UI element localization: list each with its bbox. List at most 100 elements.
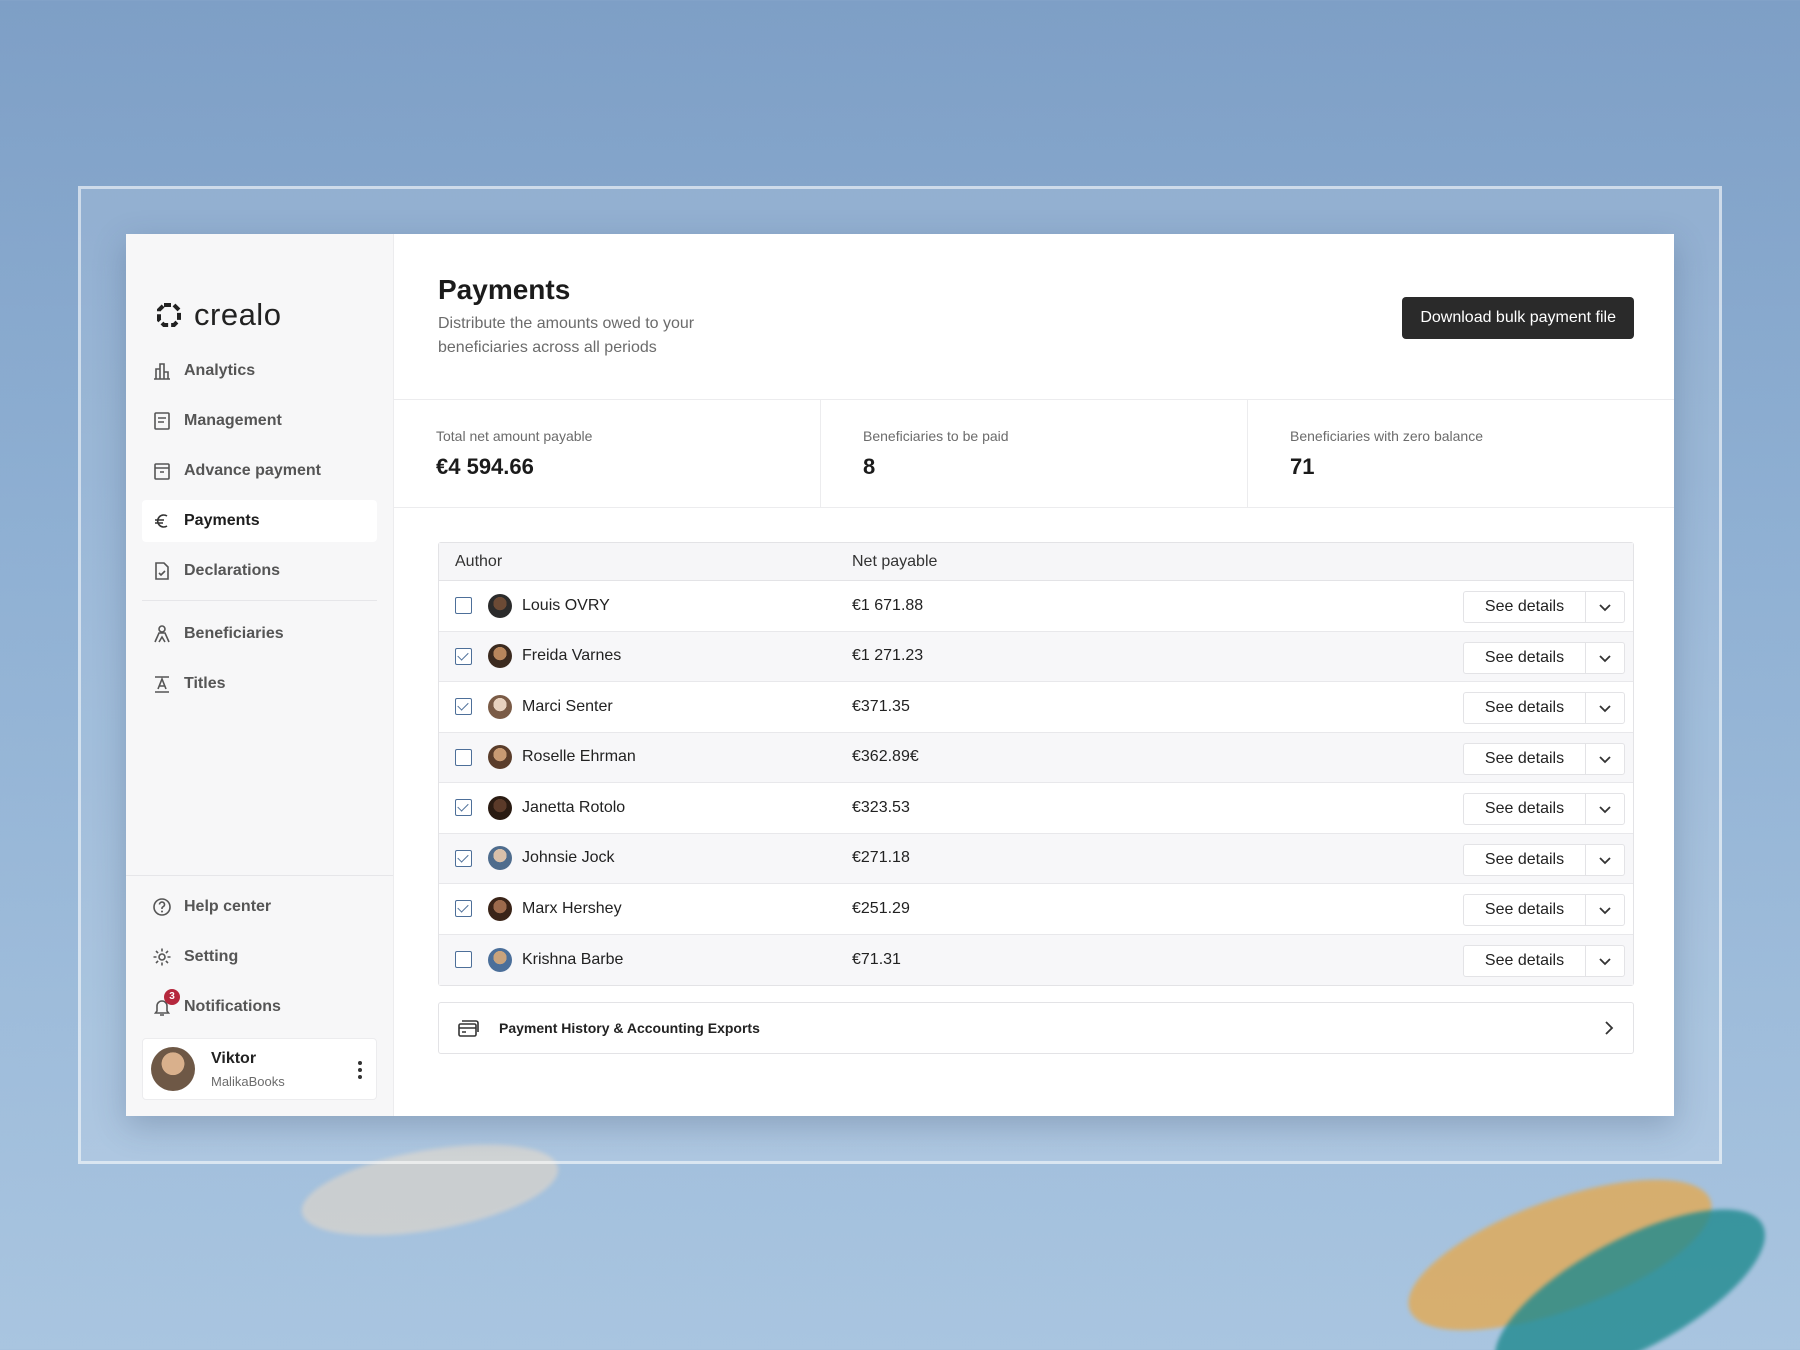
see-details-button[interactable]: See details (1464, 945, 1586, 976)
see-details-button[interactable]: See details (1464, 642, 1586, 673)
chevron-down-icon (1599, 705, 1611, 713)
see-details-button[interactable]: See details (1464, 693, 1586, 723)
row-checkbox[interactable] (455, 647, 472, 665)
stat-label: Beneficiaries to be paid (863, 428, 1009, 444)
details-dropdown-toggle[interactable] (1586, 845, 1624, 875)
details-dropdown-toggle[interactable] (1586, 895, 1624, 925)
see-details-button[interactable]: See details (1464, 592, 1586, 622)
sidebar-item-titles[interactable]: Titles (142, 663, 377, 705)
stat-value: 71 (1290, 454, 1315, 479)
sidebar-item-advance-payment[interactable]: Advance payment (142, 450, 377, 492)
table-header: Author Net payable (439, 543, 1633, 581)
profile-name: Viktor (211, 1049, 257, 1067)
avatar (488, 896, 512, 921)
row-checkbox[interactable] (455, 951, 472, 969)
see-details-button[interactable]: See details (1464, 794, 1586, 824)
sidebar-item-label: Management (184, 412, 282, 429)
file-check-icon (155, 562, 169, 580)
author-name: Krishna Barbe (522, 950, 624, 968)
chevron-down-icon (1599, 856, 1611, 864)
column-header-author: Author (455, 552, 503, 570)
see-details-button[interactable]: See details (1464, 844, 1586, 875)
sidebar-item-notifications[interactable]: 3 Notifications (142, 986, 377, 1028)
author-name: Marci Senter (522, 697, 613, 715)
row-checkbox[interactable] (455, 799, 472, 817)
app-window: crealo Analytics Management Advance paym… (126, 234, 1674, 1116)
sidebar-item-label: Beneficiaries (184, 625, 284, 642)
chevron-down-icon (1599, 755, 1611, 763)
row-checkbox[interactable] (455, 849, 472, 867)
sidebar-nav: Analytics Management Advance payment Pay… (126, 344, 393, 713)
sidebar-item-label: Declarations (184, 562, 281, 579)
more-vertical-icon[interactable] (358, 1061, 362, 1079)
logo[interactable]: crealo (126, 234, 393, 344)
avatar (151, 1047, 195, 1091)
row-checkbox[interactable] (455, 748, 472, 766)
see-details-split-button: See details (1463, 742, 1625, 775)
details-dropdown-toggle[interactable] (1586, 794, 1624, 824)
author-name: Marx Hershey (522, 899, 622, 917)
payments-table: Author Net payable Louis OVRY €1 671.88 Se… (438, 542, 1634, 986)
stat-zero-balance: Beneficiaries with zero balance 71 (1248, 400, 1674, 507)
row-checkbox[interactable] (455, 900, 472, 918)
sidebar-item-help-center[interactable]: Help center (142, 886, 377, 928)
text-title-icon (155, 676, 169, 693)
sidebar-item-label: Notifications (184, 998, 281, 1015)
sidebar-item-setting[interactable]: Setting (142, 936, 377, 978)
archive-box-icon (154, 463, 170, 480)
payment-history-label: Payment History & Accounting Exports (499, 1020, 760, 1036)
bar-chart-icon (154, 363, 170, 380)
stat-beneficiaries-to-pay: Beneficiaries to be paid 8 (821, 400, 1248, 507)
stat-value: 8 (863, 454, 876, 479)
stat-total-net: Total net amount payable €4 594.66 (394, 400, 821, 507)
see-details-split-button: See details (1463, 944, 1625, 977)
sidebar-item-declarations[interactable]: Declarations (142, 550, 377, 592)
details-dropdown-toggle[interactable] (1586, 592, 1624, 622)
help-circle-icon (153, 898, 171, 916)
avatar (488, 947, 512, 972)
sidebar-item-label: Titles (184, 675, 226, 692)
payment-history-link[interactable]: Payment History & Accounting Exports (438, 1002, 1634, 1054)
net-payable-amount: €1 271.23 (852, 647, 924, 665)
sidebar-item-label: Analytics (184, 362, 256, 379)
page-header: Payments Distribute the amounts owed to … (394, 234, 1674, 400)
sidebar-item-payments[interactable]: Payments (142, 500, 377, 542)
net-payable-amount: €1 671.88 (852, 596, 924, 614)
chevron-right-icon (1605, 1021, 1614, 1035)
table-row: Janetta Rotolo €323.53 See details (439, 783, 1633, 834)
details-dropdown-toggle[interactable] (1586, 744, 1624, 774)
see-details-button[interactable]: See details (1464, 743, 1586, 774)
table-row: Marx Hershey €251.29 See details (439, 884, 1633, 935)
sidebar-item-management[interactable]: Management (142, 400, 377, 442)
sidebar-item-label: Setting (184, 948, 239, 965)
avatar (488, 593, 512, 618)
sidebar-item-label: Advance payment (184, 462, 321, 479)
details-dropdown-toggle[interactable] (1586, 693, 1624, 723)
net-payable-amount: €71.31 (852, 950, 901, 968)
avatar (488, 795, 512, 820)
table-row: Johnsie Jock €271.18 See details (439, 833, 1633, 884)
page-subtitle: Distribute the amounts owed to your bene… (438, 315, 695, 356)
row-checkbox[interactable] (455, 698, 472, 716)
net-payable-amount: €323.53 (852, 798, 910, 816)
details-dropdown-toggle[interactable] (1586, 643, 1624, 673)
see-details-button[interactable]: See details (1464, 895, 1586, 925)
sidebar-item-label: Help center (184, 898, 272, 915)
table-row: Krishna Barbe €71.31 See details (439, 934, 1633, 985)
chevron-down-icon (1599, 957, 1611, 965)
chevron-down-icon (1599, 604, 1611, 612)
gear-icon (153, 948, 171, 966)
avatar (488, 644, 512, 669)
chevron-down-icon (1599, 654, 1611, 662)
author-name: Roselle Ehrman (522, 748, 636, 766)
divider (142, 600, 377, 601)
details-dropdown-toggle[interactable] (1586, 946, 1624, 976)
sidebar-item-analytics[interactable]: Analytics (142, 350, 377, 392)
sidebar-bottom: Help center Setting 3 Notifications Vikt… (126, 875, 393, 1116)
download-bulk-payment-button[interactable]: Download bulk payment file (1402, 297, 1634, 339)
see-details-split-button: See details (1463, 843, 1625, 876)
sidebar-item-beneficiaries[interactable]: Beneficiaries (142, 613, 377, 655)
user-profile[interactable]: Viktor MalikaBooks (142, 1038, 377, 1100)
sidebar-item-label: Payments (184, 512, 260, 529)
row-checkbox[interactable] (455, 597, 472, 615)
